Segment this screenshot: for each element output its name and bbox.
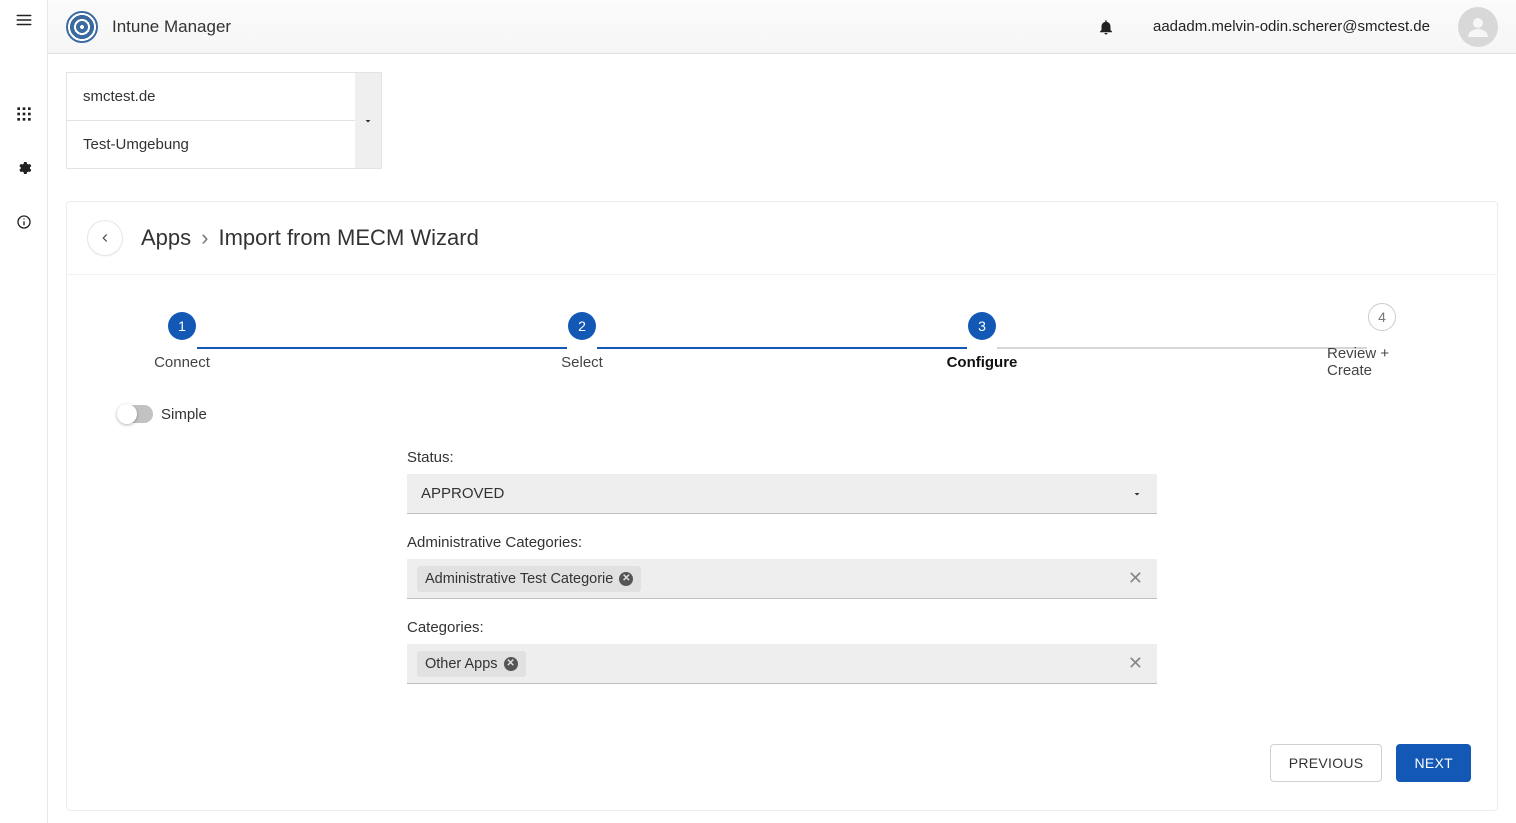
categories-label: Categories: bbox=[407, 619, 1157, 636]
chevron-right-icon: › bbox=[201, 225, 208, 251]
admin-categories-input[interactable]: Administrative Test Categorie ✕ ✕ bbox=[407, 559, 1157, 599]
breadcrumb-root[interactable]: Apps bbox=[141, 225, 191, 251]
step-number: 4 bbox=[1368, 303, 1396, 331]
status-select[interactable]: APPROVED bbox=[407, 474, 1157, 514]
admin-category-chip: Administrative Test Categorie ✕ bbox=[417, 566, 641, 592]
info-icon[interactable] bbox=[14, 212, 34, 232]
step-label: Connect bbox=[154, 354, 210, 371]
category-chip: Other Apps ✕ bbox=[417, 651, 526, 677]
step-select[interactable]: 2 Select bbox=[527, 312, 637, 371]
tenant-domain: smctest.de bbox=[67, 73, 355, 120]
step-connect[interactable]: 1 Connect bbox=[127, 312, 237, 371]
admin-categories-label: Administrative Categories: bbox=[407, 534, 1157, 551]
tenant-env: Test-Umgebung bbox=[67, 121, 355, 168]
step-connector bbox=[197, 347, 567, 349]
chip-label: Other Apps bbox=[425, 656, 498, 672]
chevron-down-icon bbox=[1131, 488, 1143, 500]
apps-grid-icon[interactable] bbox=[14, 104, 34, 124]
simple-toggle[interactable] bbox=[117, 405, 153, 423]
chip-label: Administrative Test Categorie bbox=[425, 571, 613, 587]
notifications-bell-icon[interactable] bbox=[1097, 18, 1115, 36]
menu-icon[interactable] bbox=[14, 10, 34, 30]
step-connector bbox=[597, 347, 967, 349]
step-number: 2 bbox=[568, 312, 596, 340]
nav-rail bbox=[0, 0, 48, 823]
tenant-selector[interactable]: smctest.de Test-Umgebung bbox=[66, 72, 382, 169]
back-button[interactable] bbox=[87, 220, 123, 256]
step-review-create[interactable]: 4 Review + Create bbox=[1327, 303, 1437, 379]
next-button[interactable]: NEXT bbox=[1396, 744, 1471, 782]
user-avatar[interactable] bbox=[1458, 7, 1498, 47]
settings-gear-icon[interactable] bbox=[14, 158, 34, 178]
breadcrumb-page: Import from MECM Wizard bbox=[218, 225, 478, 251]
status-value: APPROVED bbox=[421, 485, 504, 502]
previous-button[interactable]: PREVIOUS bbox=[1270, 744, 1383, 782]
step-number: 1 bbox=[168, 312, 196, 340]
clear-all-icon[interactable]: ✕ bbox=[1124, 653, 1147, 674]
clear-all-icon[interactable]: ✕ bbox=[1124, 568, 1147, 589]
topbar: Intune Manager aadadm.melvin-odin.schere… bbox=[48, 0, 1516, 54]
simple-toggle-label: Simple bbox=[161, 406, 207, 423]
user-email: aadadm.melvin-odin.scherer@smctest.de bbox=[1153, 18, 1430, 35]
step-configure[interactable]: 3 Configure bbox=[927, 312, 1037, 371]
step-number: 3 bbox=[968, 312, 996, 340]
step-connector bbox=[997, 347, 1367, 349]
chip-remove-icon[interactable]: ✕ bbox=[504, 657, 518, 671]
app-title: Intune Manager bbox=[112, 17, 231, 37]
step-label: Review + Create bbox=[1327, 345, 1437, 379]
chip-remove-icon[interactable]: ✕ bbox=[619, 572, 633, 586]
breadcrumb: Apps › Import from MECM Wizard bbox=[141, 225, 479, 251]
categories-input[interactable]: Other Apps ✕ ✕ bbox=[407, 644, 1157, 684]
status-label: Status: bbox=[407, 449, 1157, 466]
app-logo bbox=[66, 11, 98, 43]
wizard-card: Apps › Import from MECM Wizard 1 Connect… bbox=[66, 201, 1498, 811]
step-label: Select bbox=[561, 354, 603, 371]
toggle-knob bbox=[117, 404, 137, 424]
step-label: Configure bbox=[947, 354, 1018, 371]
wizard-stepper: 1 Connect 2 Select 3 Configure bbox=[67, 275, 1497, 389]
chevron-down-icon[interactable] bbox=[355, 73, 381, 168]
